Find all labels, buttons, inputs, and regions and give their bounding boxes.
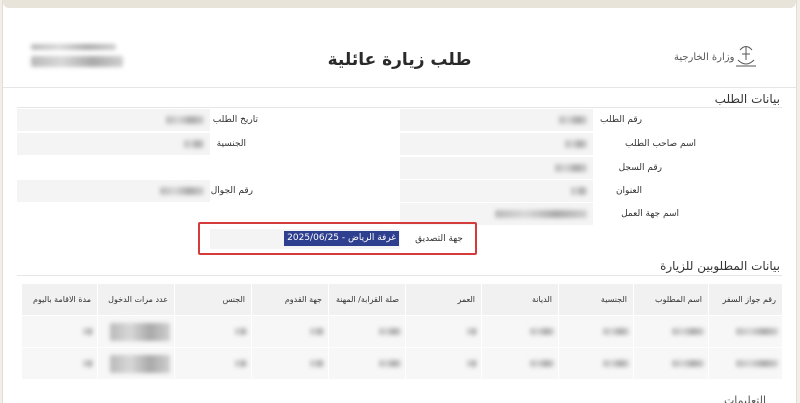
request-number-field [400,109,593,131]
redacted-cell [251,347,329,380]
request-date-label: تاريخ الطلب [212,115,258,125]
document-header: طلب زيارة عائلية وزارة الخارجية [3,30,796,88]
table-row [21,347,783,380]
column-header-name: اسم المطلوب [633,283,709,316]
attestation-value: غرفة الرياض - 2025/06/25 [284,231,399,246]
table-header-row: مدة الاقامة باليوم عدد مرات الدخول الجنس… [21,283,783,316]
redacted-value [310,360,324,367]
column-header-stay-days: مدة الاقامة باليوم [21,283,98,316]
address-field [400,180,593,202]
redacted-cell [328,347,406,380]
column-header-nationality: الجنسية [558,283,634,316]
top-strip [3,0,796,8]
request-number-label: رقم الطلب [600,115,642,125]
document-page: طلب زيارة عائلية وزارة الخارجية بيانات ا… [2,0,797,403]
column-header-arrival-from: جهة القدوم [251,283,329,316]
redacted-value [467,360,477,367]
redacted-value [83,360,93,367]
redacted-value [571,187,587,195]
table-row [21,315,783,348]
visitors-table: مدة الاقامة باليوم عدد مرات الدخول الجنس… [21,283,783,380]
redacted-cell [405,347,482,380]
visitors-section-heading: بيانات المطلوبين للزيارة [660,259,780,273]
nationality-field [17,133,210,155]
ministry-logo-icon: وزارة الخارجية [674,46,756,67]
redacted-value [565,140,587,148]
redacted-value [736,328,778,335]
redacted-value [603,328,629,335]
column-header-passport: رقم جواز السفر [708,283,783,316]
redacted-value [530,360,554,367]
redacted-cell [633,315,709,348]
redacted-cell [97,315,175,348]
redacted-value [603,360,629,367]
redacted-value [184,140,204,148]
redacted-cell [405,315,482,348]
redacted-cell [558,347,634,380]
redacted-value [495,210,587,218]
redacted-cell [328,315,406,348]
redacted-value [672,360,704,367]
instructions-heading: التعليمات [723,394,766,403]
redacted-value [83,328,93,335]
record-number-field [400,157,593,179]
redacted-value [110,354,170,373]
redacted-value [235,328,247,335]
redacted-cell [481,347,559,380]
redacted-value [310,328,324,335]
redacted-cell [174,315,252,348]
redacted-value [110,322,170,341]
redacted-cell [174,347,252,380]
record-number-label: رقم السجل [618,163,662,173]
redacted-value [555,164,587,172]
address-label: العنوان [615,186,642,196]
logo-text: وزارة الخارجية [674,52,735,63]
mobile-number-field [17,180,210,202]
employer-name-label: اسم جهة العمل [621,209,679,219]
redacted-value [379,328,401,335]
redacted-cell [708,347,783,380]
column-header-age: العمر [405,283,482,316]
redacted-value [559,116,587,124]
redacted-value [379,360,401,367]
redacted-value [530,328,554,335]
redacted-value [672,328,704,335]
column-header-entries: عدد مرات الدخول [97,283,175,316]
column-header-gender: الجنس [174,283,252,316]
applicant-name-field [400,133,593,155]
attestation-label: جهة التصديق [415,234,463,244]
nationality-label: الجنسية [216,139,246,149]
mobile-number-label: رقم الجوال [210,186,253,196]
request-section-heading: بيانات الطلب [714,92,780,106]
redacted-value [235,360,247,367]
redacted-cell [21,347,98,380]
redacted-cell [708,315,783,348]
attestation-field[interactable]: غرفة الرياض - 2025/06/25 [210,229,400,249]
redacted-cell [481,315,559,348]
redacted-cell [97,347,175,380]
applicant-name-label: اسم صاحب الطلب [625,139,696,149]
request-date-field [17,109,210,131]
redacted-value [736,360,778,367]
redacted-cell [558,315,634,348]
redacted-cell [633,347,709,380]
column-header-religion: الديانة [481,283,559,316]
redacted-cell [21,315,98,348]
column-header-relation: صلة القرابة/ المهنة [328,283,406,316]
section-divider [17,107,782,108]
redacted-value [467,328,477,335]
section-divider [17,275,782,276]
redacted-value [160,187,204,195]
redacted-value [166,116,204,124]
redacted-cell [251,315,329,348]
